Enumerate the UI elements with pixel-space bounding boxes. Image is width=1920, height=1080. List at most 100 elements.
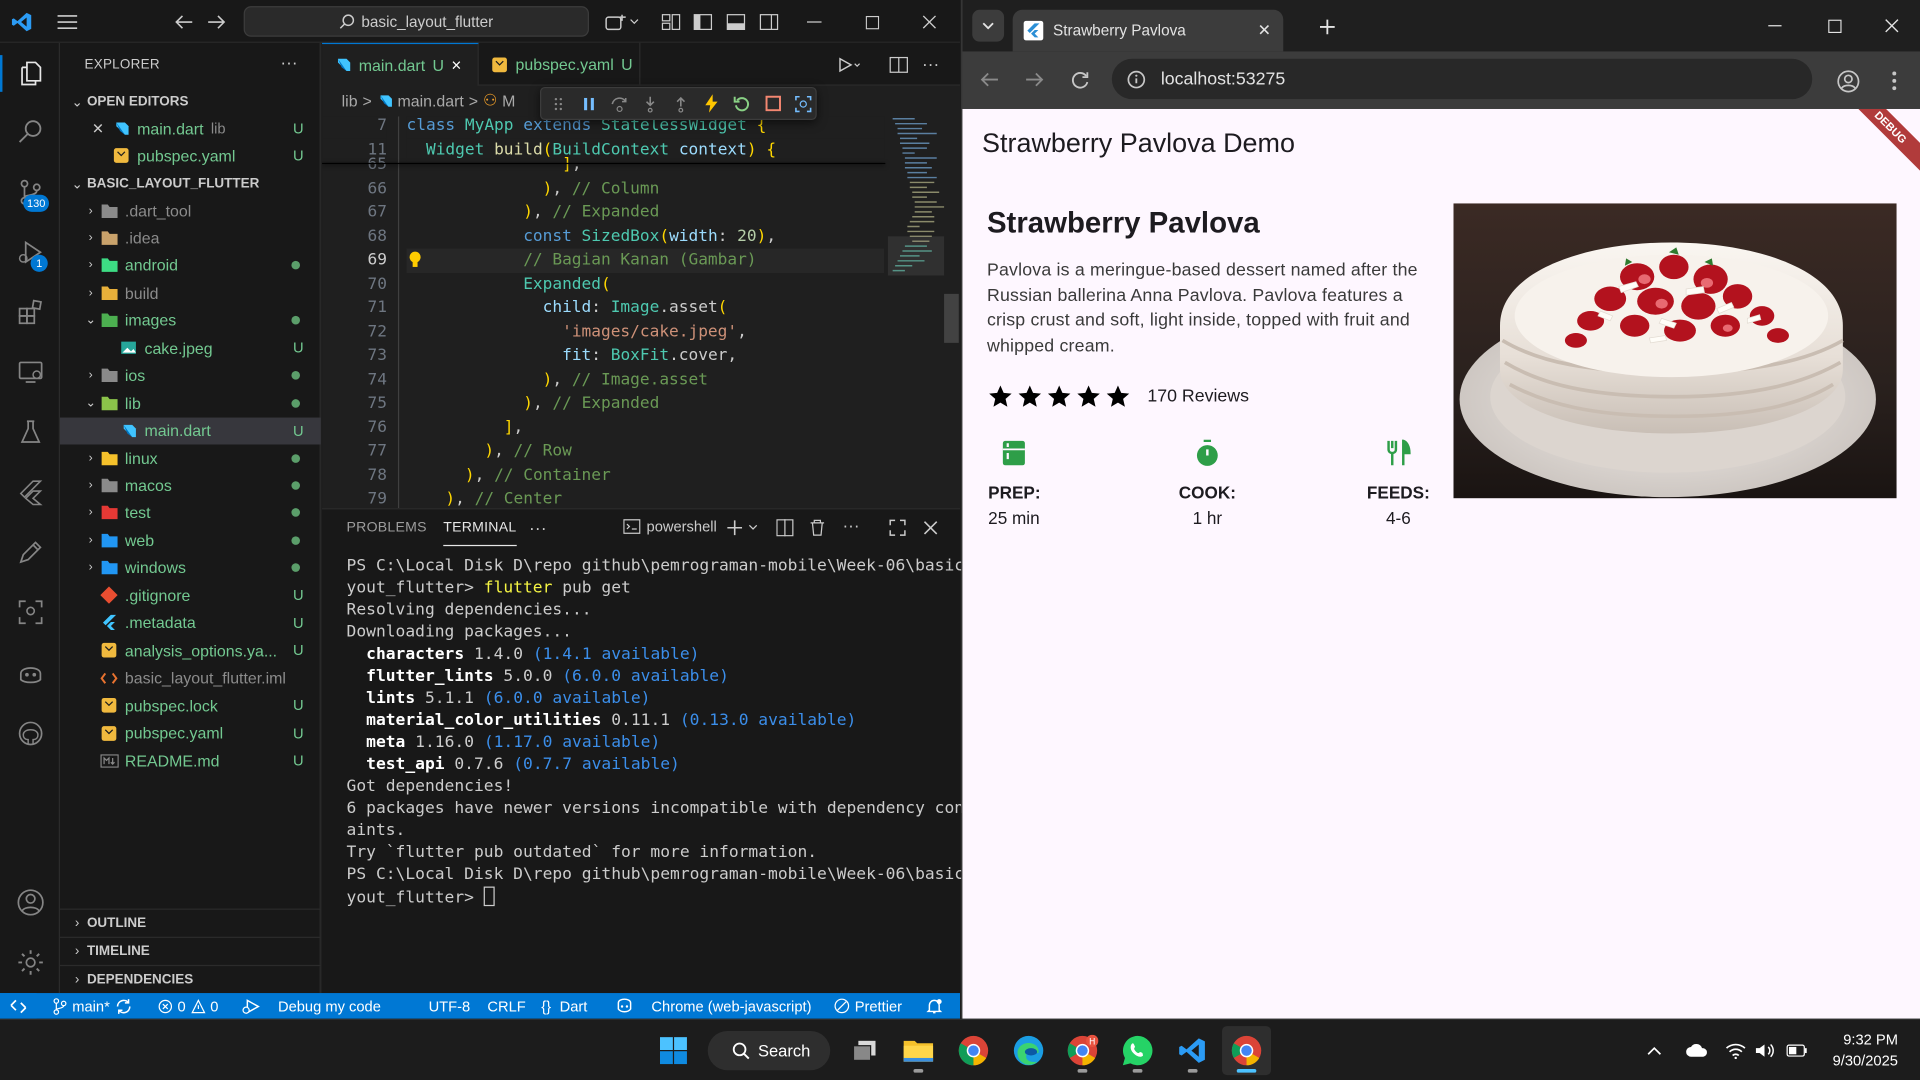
remote-indicator-icon[interactable] (0, 993, 37, 1019)
system-clock[interactable]: 9:32 PM 9/30/2025 (1815, 1030, 1898, 1072)
project-section[interactable]: ⌄ BASIC_LAYOUT_FLUTTER (60, 170, 321, 197)
chevron-right-icon[interactable]: › (82, 451, 99, 464)
language-indicator[interactable]: {} Dart (541, 993, 587, 1019)
tab-problems[interactable]: PROBLEMS (347, 509, 427, 546)
remote-explorer-icon[interactable] (12, 354, 49, 391)
file-tree-item[interactable]: .metadata U (60, 609, 321, 636)
dependencies-section[interactable]: › DEPENDENCIES (60, 966, 321, 993)
close-icon[interactable]: ✕ (92, 120, 112, 137)
forward-arrow-icon[interactable] (1022, 69, 1046, 91)
timeline-section[interactable]: › TIMELINE (60, 938, 321, 965)
open-editor-main-dart[interactable]: ✕ main.dart lib U (60, 115, 321, 142)
browser-tab[interactable]: Strawberry Pavlova ✕ (1012, 9, 1284, 52)
back-arrow-icon[interactable] (171, 10, 195, 34)
more-actions-icon[interactable]: ··· (280, 53, 297, 73)
chevron-right-icon[interactable]: › (82, 561, 99, 574)
explorer-icon[interactable] (12, 55, 49, 92)
breadcrumb-file[interactable]: main.dart (397, 91, 463, 109)
chevron-down-icon[interactable] (627, 10, 642, 34)
outline-section[interactable]: › OUTLINE (60, 910, 321, 937)
testing-icon[interactable] (12, 414, 49, 451)
debug-indicator[interactable]: Debug my code (241, 993, 381, 1019)
profile-icon[interactable] (1834, 67, 1861, 94)
terminal-output[interactable]: PS C:\Local Disk D\repo github\pemrogram… (347, 556, 994, 909)
breadcrumb-folder[interactable]: lib (342, 91, 358, 109)
onedrive-cloud-icon[interactable] (1684, 1041, 1711, 1061)
chevron-right-icon[interactable]: › (82, 369, 99, 382)
file-tree-item[interactable]: .gitignore U (60, 582, 321, 609)
open-editor-pubspec[interactable]: pubspec.yaml U (60, 142, 321, 169)
toggle-secondary-sidebar-icon[interactable] (757, 10, 781, 34)
close-panel-icon[interactable] (921, 518, 941, 538)
more-actions-icon[interactable]: ··· (920, 53, 942, 75)
toggle-panel-icon[interactable] (724, 10, 748, 34)
search-icon[interactable] (12, 114, 49, 151)
command-center[interactable]: basic_layout_flutter (243, 6, 589, 37)
file-tree-item[interactable]: cake.jpeg U (60, 335, 321, 362)
editor-scrollbar[interactable] (944, 293, 959, 343)
github-icon[interactable] (12, 715, 49, 752)
file-tree-item[interactable]: › android (60, 252, 321, 279)
windows-start-icon[interactable] (649, 1026, 698, 1075)
maximize-icon[interactable] (1824, 16, 1844, 36)
split-terminal-icon[interactable] (775, 518, 795, 538)
file-tree-item[interactable]: README.md U (60, 747, 321, 774)
prettier-indicator[interactable]: Prettier (834, 993, 902, 1019)
pause-icon[interactable] (577, 91, 600, 117)
eol-indicator[interactable]: CRLF (487, 993, 525, 1019)
step-into-icon[interactable] (638, 91, 661, 117)
file-tree-item[interactable]: ⌄ lib (60, 390, 321, 417)
chrome-active-icon[interactable] (1222, 1026, 1272, 1076)
file-tree-item[interactable]: ⌄ images (60, 307, 321, 334)
minimize-icon[interactable] (1764, 16, 1784, 36)
device-indicator[interactable]: Chrome (web-javascript) (615, 993, 811, 1019)
restart-icon[interactable] (731, 91, 754, 117)
minimize-icon[interactable] (802, 10, 826, 34)
file-tree-item[interactable]: › .idea (60, 225, 321, 252)
trash-icon[interactable] (807, 518, 827, 538)
panel-more-icon[interactable]: ··· (529, 509, 547, 546)
taskbar-search[interactable]: Search (707, 1031, 831, 1071)
chevron-right-icon[interactable]: › (82, 479, 99, 492)
maximize-panel-icon[interactable] (888, 518, 908, 538)
wifi-icon[interactable] (1724, 1041, 1746, 1061)
close-window-icon[interactable] (1882, 16, 1902, 36)
toggle-sidebar-icon[interactable] (691, 10, 715, 34)
battery-icon[interactable] (1785, 1041, 1807, 1061)
chevron-right-icon[interactable]: › (82, 286, 99, 299)
branch-indicator[interactable]: main* (53, 993, 132, 1019)
chrome-icon[interactable] (949, 1026, 998, 1075)
code-editor[interactable]: 7 class MyApp extends StatelessWidget {11… (322, 116, 960, 509)
chevron-right-icon[interactable]: › (82, 231, 99, 244)
file-tree-item[interactable]: main.dart U (60, 417, 321, 444)
file-tree-item[interactable]: › web (60, 527, 321, 554)
chrome-profile-icon[interactable]: H (1058, 1026, 1107, 1075)
split-editor-icon[interactable] (888, 54, 910, 76)
stop-icon[interactable] (761, 91, 784, 117)
file-tree-item[interactable]: pubspec.yaml U (60, 719, 321, 746)
terminal-selector[interactable]: powershell (623, 518, 717, 535)
file-tree-item[interactable]: basic_layout_flutter.iml (60, 664, 321, 691)
address-bar[interactable]: localhost:53275 (1111, 58, 1813, 100)
file-tree-item[interactable]: pubspec.lock U (60, 692, 321, 719)
edit-pencil-icon[interactable] (12, 534, 49, 571)
encoding-indicator[interactable]: UTF-8 (429, 993, 471, 1019)
back-arrow-icon[interactable] (977, 69, 1001, 91)
tab-main-dart[interactable]: main.dart U × (322, 42, 479, 86)
reload-icon[interactable] (1068, 69, 1092, 91)
maximize-icon[interactable] (860, 10, 884, 34)
forward-arrow-icon[interactable] (204, 10, 228, 34)
copilot-icon[interactable] (604, 10, 628, 34)
flutter-icon[interactable] (12, 474, 49, 511)
close-tab-icon[interactable]: × (451, 55, 461, 75)
whatsapp-icon[interactable] (1113, 1026, 1162, 1075)
chevron-right-icon[interactable]: › (82, 534, 99, 547)
new-terminal-icon[interactable] (725, 518, 762, 538)
devtools-inspect-icon[interactable] (792, 91, 815, 117)
chevron-right-icon[interactable]: › (82, 204, 99, 217)
run-debug-dropdown-icon[interactable] (836, 54, 861, 76)
volume-icon[interactable] (1753, 1041, 1775, 1061)
chevron-right-icon[interactable]: › (82, 259, 99, 272)
minimap[interactable] (887, 114, 947, 359)
drag-handle-icon[interactable] (546, 91, 569, 117)
